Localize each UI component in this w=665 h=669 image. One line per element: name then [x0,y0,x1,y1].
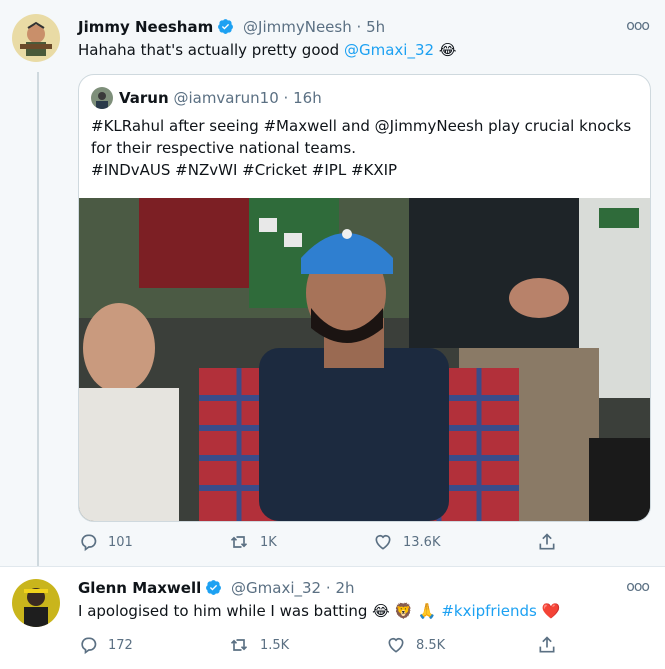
hashtag-link[interactable]: #kxipfriends [441,602,537,620]
separator: · [283,89,289,107]
quoted-photo[interactable] [79,198,650,521]
quoted-author-name: Varun [119,89,169,107]
timestamp[interactable]: 5h [366,18,385,36]
tweet-actions: 101 1K 13.6K [78,532,558,552]
author-name[interactable]: Glenn Maxwell [78,579,201,597]
reply-button[interactable]: 172 [78,635,133,655]
author-handle[interactable]: @Gmaxi_32 [231,579,321,597]
retweet-button[interactable]: 1.5K [228,635,289,655]
reply-icon [81,637,97,655]
avatar-jimmy[interactable] [12,14,60,62]
tweet-jimmy-neesham[interactable]: Jimmy Neesham @JimmyNeesh · 5h ooo Hahah… [0,0,665,566]
like-button[interactable]: 8.5K [386,635,445,655]
reply-count: 172 [108,637,133,653]
quoted-tweet[interactable]: Varun @iamvarun10 · 16h #KLRahul after s… [78,74,651,522]
emoji-laugh: 😂 [438,41,457,59]
verified-icon [205,579,222,600]
reply-count: 101 [108,534,133,550]
separator: · [356,18,362,36]
tweet-glenn-maxwell[interactable]: Glenn Maxwell @Gmaxi_32 · 2h ooo I apolo… [0,566,665,669]
separator: · [325,579,331,597]
quoted-text: #KLRahul after seeing #Maxwell and @Jimm… [91,115,636,181]
tweet-header: Jimmy Neesham @JimmyNeesh · 5h [78,18,385,39]
share-icon [539,636,555,653]
more-icon[interactable]: ooo [626,579,650,595]
retweet-icon [230,536,248,548]
timestamp[interactable]: 2h [335,579,354,597]
share-button[interactable] [537,532,567,552]
like-count: 8.5K [416,637,446,653]
retweet-icon [230,639,248,651]
retweet-button[interactable]: 1K [228,532,277,552]
share-button[interactable] [537,635,567,655]
mention-link[interactable]: @Gmaxi_32 [344,41,434,59]
like-icon [388,637,404,653]
tweet-text-body: I apologised to him while I was batting [78,602,373,620]
quoted-line-2: for their respective national teams. [91,139,356,157]
reply-button[interactable]: 101 [78,532,133,552]
like-icon [375,534,391,550]
emoji-group: 😂 🦁 🙏 [372,602,437,620]
quoted-author-handle: @iamvarun10 [173,89,279,107]
retweet-count: 1.5K [260,637,290,653]
author-handle[interactable]: @JimmyNeesh [243,18,352,36]
more-icon[interactable]: ooo [626,18,650,34]
like-button[interactable]: 13.6K [373,532,440,552]
reply-icon [81,534,97,552]
quoted-timestamp: 16h [293,89,322,107]
heart-emoji: ❤️ [541,602,561,620]
retweet-count: 1K [260,534,277,550]
quoted-header: Varun @iamvarun10 · 16h [119,89,322,107]
author-name[interactable]: Jimmy Neesham [78,18,213,36]
avatar-varun [91,87,113,109]
tweet-text: Hahaha that's actually pretty good @Gmax… [78,40,456,60]
tweet-header: Glenn Maxwell @Gmaxi_32 · 2h [78,579,355,600]
quoted-line-1: #KLRahul after seeing #Maxwell and @Jimm… [91,117,632,135]
tweet-text-body: Hahaha that's actually pretty good [78,41,344,59]
avatar-glenn[interactable] [12,579,60,627]
tweet-text: I apologised to him while I was batting … [78,601,560,621]
verified-icon [217,18,234,39]
thread-line [37,72,39,566]
like-count: 13.6K [403,534,441,550]
quoted-line-3: #INDvAUS #NZvWI #Cricket #IPL #KXIP [91,161,398,179]
tweet-actions: 172 1.5K 8.5K [78,635,558,655]
share-icon [539,533,555,550]
